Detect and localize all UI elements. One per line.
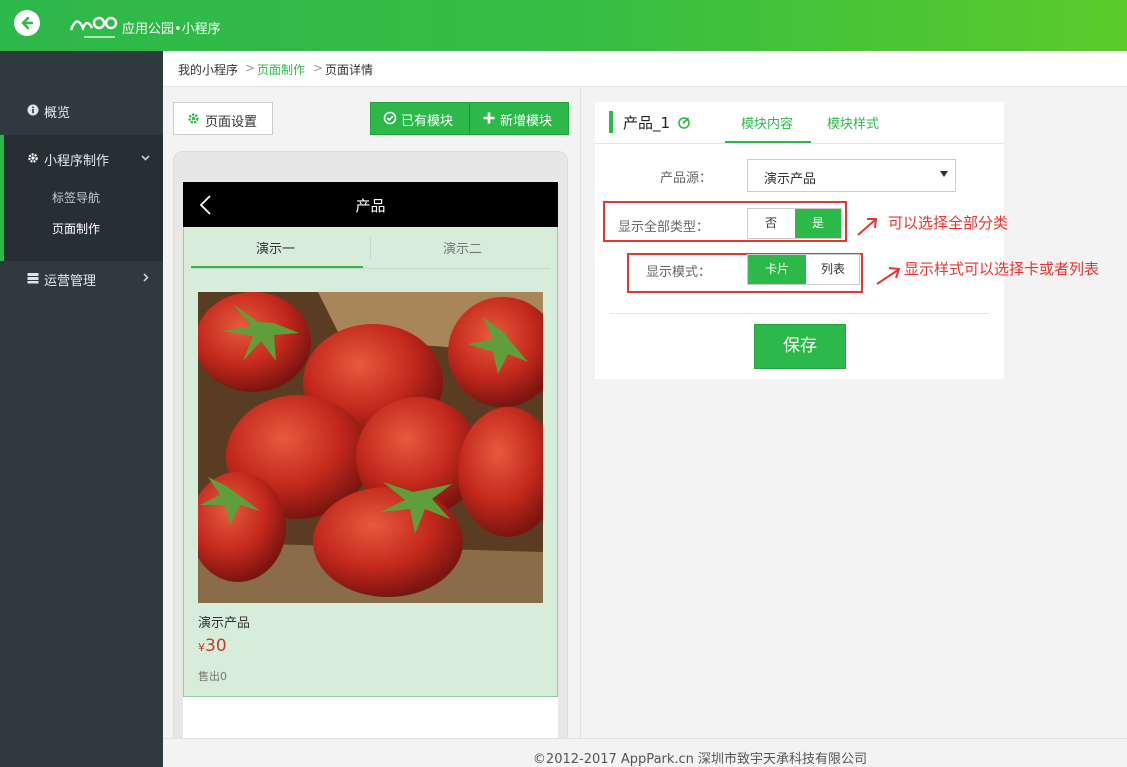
top-bar: 应用公园•小程序 [0, 0, 1127, 51]
product-source-label: 产品源： [660, 171, 713, 186]
tab-module-style[interactable]: 模块样式 [827, 113, 879, 132]
info-icon [27, 104, 39, 116]
gear-icon [28, 153, 38, 163]
title-accent-bar [609, 111, 613, 133]
module-title: 产品_1 [623, 114, 671, 132]
annotation-arrow [876, 267, 901, 285]
breadcrumb-separator: > [313, 61, 324, 75]
sidebar-item-label: 运营管理 [44, 274, 97, 289]
edit-icon[interactable] [678, 116, 691, 129]
add-module-button[interactable]: 新增模块 [470, 103, 568, 134]
back-button[interactable] [14, 10, 40, 36]
annotation-note-1: 可以选择全部分类 [888, 214, 1009, 232]
server-icon [27, 273, 39, 284]
plus-icon [483, 112, 495, 124]
sidebar-item-label: 小程序制作 [44, 154, 110, 169]
tab-module-content[interactable]: 模块内容 [741, 113, 793, 132]
option-list[interactable]: 列表 [807, 255, 859, 284]
brand-title: 应用公园•小程序 [122, 22, 221, 37]
phone-title: 产品 [355, 197, 386, 215]
product-sold-count: 售出0 [198, 670, 227, 683]
phone-tab-1[interactable]: 演示一 [256, 238, 295, 257]
annotation-arrow [857, 218, 878, 236]
currency-symbol: ¥ [198, 641, 205, 654]
option-no[interactable]: 否 [748, 209, 794, 238]
gear-icon [188, 113, 199, 124]
phone-tab-2[interactable]: 演示二 [443, 238, 482, 257]
card-divider [610, 313, 989, 314]
sidebar-item-overview[interactable]: 概览 [0, 87, 163, 135]
tab-divider [370, 237, 371, 259]
breadcrumb-item-my-programs[interactable]: 我的小程序 [178, 61, 238, 78]
product-price: ¥30 [198, 636, 227, 656]
product-source-select[interactable]: 演示产品 [747, 159, 956, 192]
breadcrumb-separator: > [245, 61, 256, 75]
strawberry-image [198, 292, 543, 603]
sidebar-item-operations[interactable]: 运营管理 [0, 255, 163, 303]
save-button[interactable]: 保存 [754, 324, 846, 369]
copyright-text: ©2012-2017 AppPark.cn 深圳市致宇天承科技有限公司 [532, 752, 868, 767]
show-all-types-label: 显示全部类型： [618, 220, 710, 235]
breadcrumb-item-page-detail: 页面详情 [325, 63, 374, 77]
page-settings-button[interactable]: 页面设置 [173, 102, 273, 135]
display-mode-toggle: 卡片 列表 [747, 254, 860, 285]
active-tab-indicator [725, 141, 811, 143]
product-name: 演示产品 [198, 616, 251, 631]
chevron-down-icon [141, 155, 150, 161]
existing-modules-button[interactable]: 已有模块 [371, 103, 469, 134]
chevron-right-icon [143, 273, 149, 282]
active-tab-indicator [191, 266, 363, 268]
sidebar-item-label: 概览 [44, 106, 71, 121]
phone-nav-bar: 产品 [183, 182, 558, 227]
option-card[interactable]: 卡片 [748, 255, 806, 284]
breadcrumb-item-page-making[interactable]: 页面制作 [257, 61, 305, 78]
display-mode-label: 显示模式： [646, 265, 712, 280]
sidebar-sub-tab-nav[interactable]: 标签导航 [52, 189, 100, 206]
option-yes[interactable]: 是 [795, 209, 841, 238]
footer: ©2012-2017 AppPark.cn 深圳市致宇天承科技有限公司 [163, 738, 1127, 767]
annotation-note-2: 显示样式可以选择卡或者列表 [904, 260, 1100, 278]
show-all-types-toggle: 否 是 [747, 208, 842, 239]
app-park-logo [69, 16, 118, 38]
check-circle-icon [383, 111, 397, 125]
sidebar-sub-page-making[interactable]: 页面制作 [52, 220, 100, 237]
product-image[interactable] [198, 292, 543, 603]
price-value: 30 [205, 636, 227, 656]
breadcrumb: 我的小程序 > 页面制作 > 页面详情 [163, 51, 1127, 87]
module-button-group: 已有模块 新增模块 [370, 102, 569, 135]
caret-down-icon [940, 171, 948, 177]
arrow-left-icon [21, 16, 34, 30]
